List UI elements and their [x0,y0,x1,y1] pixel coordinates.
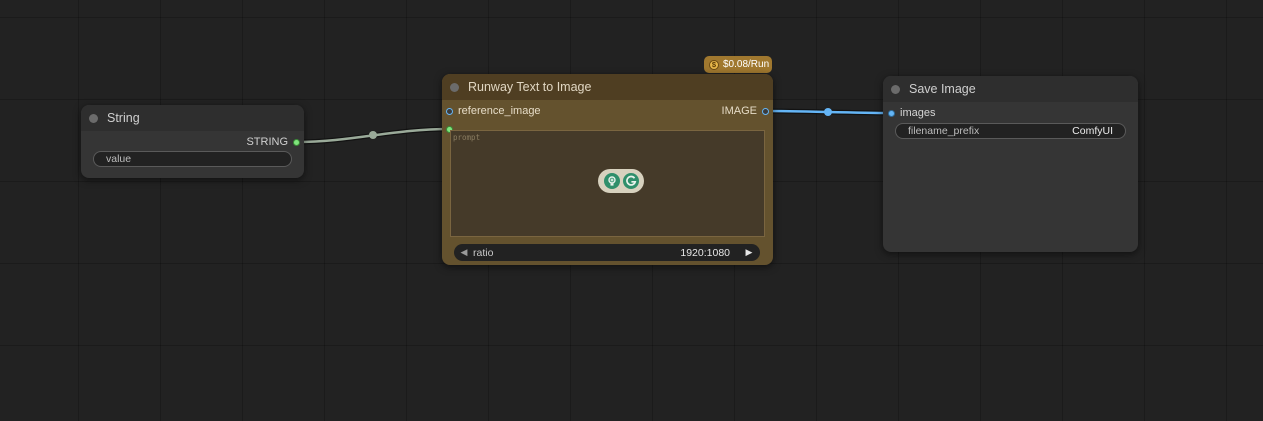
output-label: IMAGE [721,105,757,117]
string-node-header[interactable]: String [81,105,304,131]
coin-icon: $ [709,59,719,70]
input-label: reference_image [458,105,541,117]
string-node[interactable]: String STRING value [81,105,304,178]
prompt-textarea[interactable]: prompt [450,130,765,237]
value-widget[interactable]: value [93,151,292,167]
string-link[interactable] [296,126,450,145]
price-label: $0.08/Run [723,59,770,70]
combo-value: 1920:1080 [680,246,730,259]
combo-label: ratio [473,246,494,259]
input-dot[interactable] [446,107,453,115]
grammar-check-icon[interactable] [622,173,639,189]
reference-image-input-slot[interactable]: reference_image [446,103,541,119]
node-title: Save Image [909,82,976,96]
output-dot[interactable] [762,107,769,115]
input-dot[interactable] [888,109,895,117]
price-badge: $ $0.08/Run [704,56,772,73]
collapse-toggle[interactable] [89,113,98,123]
input-label: images [900,107,936,119]
output-dot[interactable] [293,138,300,146]
widget-label: value [106,153,132,165]
images-input-slot[interactable]: images [888,105,935,121]
widget-value: ComfyUI [1072,125,1113,137]
widget-label: filename_prefix [908,125,980,137]
ratio-increment-button[interactable]: ▶ [742,247,756,258]
save-image-node-header[interactable]: Save Image [883,76,1138,102]
save-image-node[interactable]: Save Image images filename_prefix ComfyU… [883,76,1138,252]
ratio-combo[interactable]: ◀ ratio 1920:1080 ▶ [454,244,760,261]
lightbulb-icon[interactable] [603,173,620,189]
filename-prefix-widget[interactable]: filename_prefix ComfyUI [895,123,1126,139]
image-link[interactable] [765,108,892,116]
collapse-toggle[interactable] [891,84,900,94]
image-output-slot[interactable]: IMAGE [722,103,769,119]
collapse-toggle[interactable] [450,82,459,92]
runway-node[interactable]: Runway Text to Image reference_image IMA… [442,74,773,265]
prompt-placeholder: prompt [453,133,481,142]
output-label: STRING [246,136,288,148]
runway-node-header[interactable]: Runway Text to Image [442,74,773,100]
ratio-decrement-button[interactable]: ◀ [457,247,471,258]
prompt-assist-buttons[interactable] [598,169,644,193]
node-title: String [107,111,140,125]
string-output-slot[interactable]: STRING [246,134,300,150]
node-title: Runway Text to Image [468,80,592,94]
